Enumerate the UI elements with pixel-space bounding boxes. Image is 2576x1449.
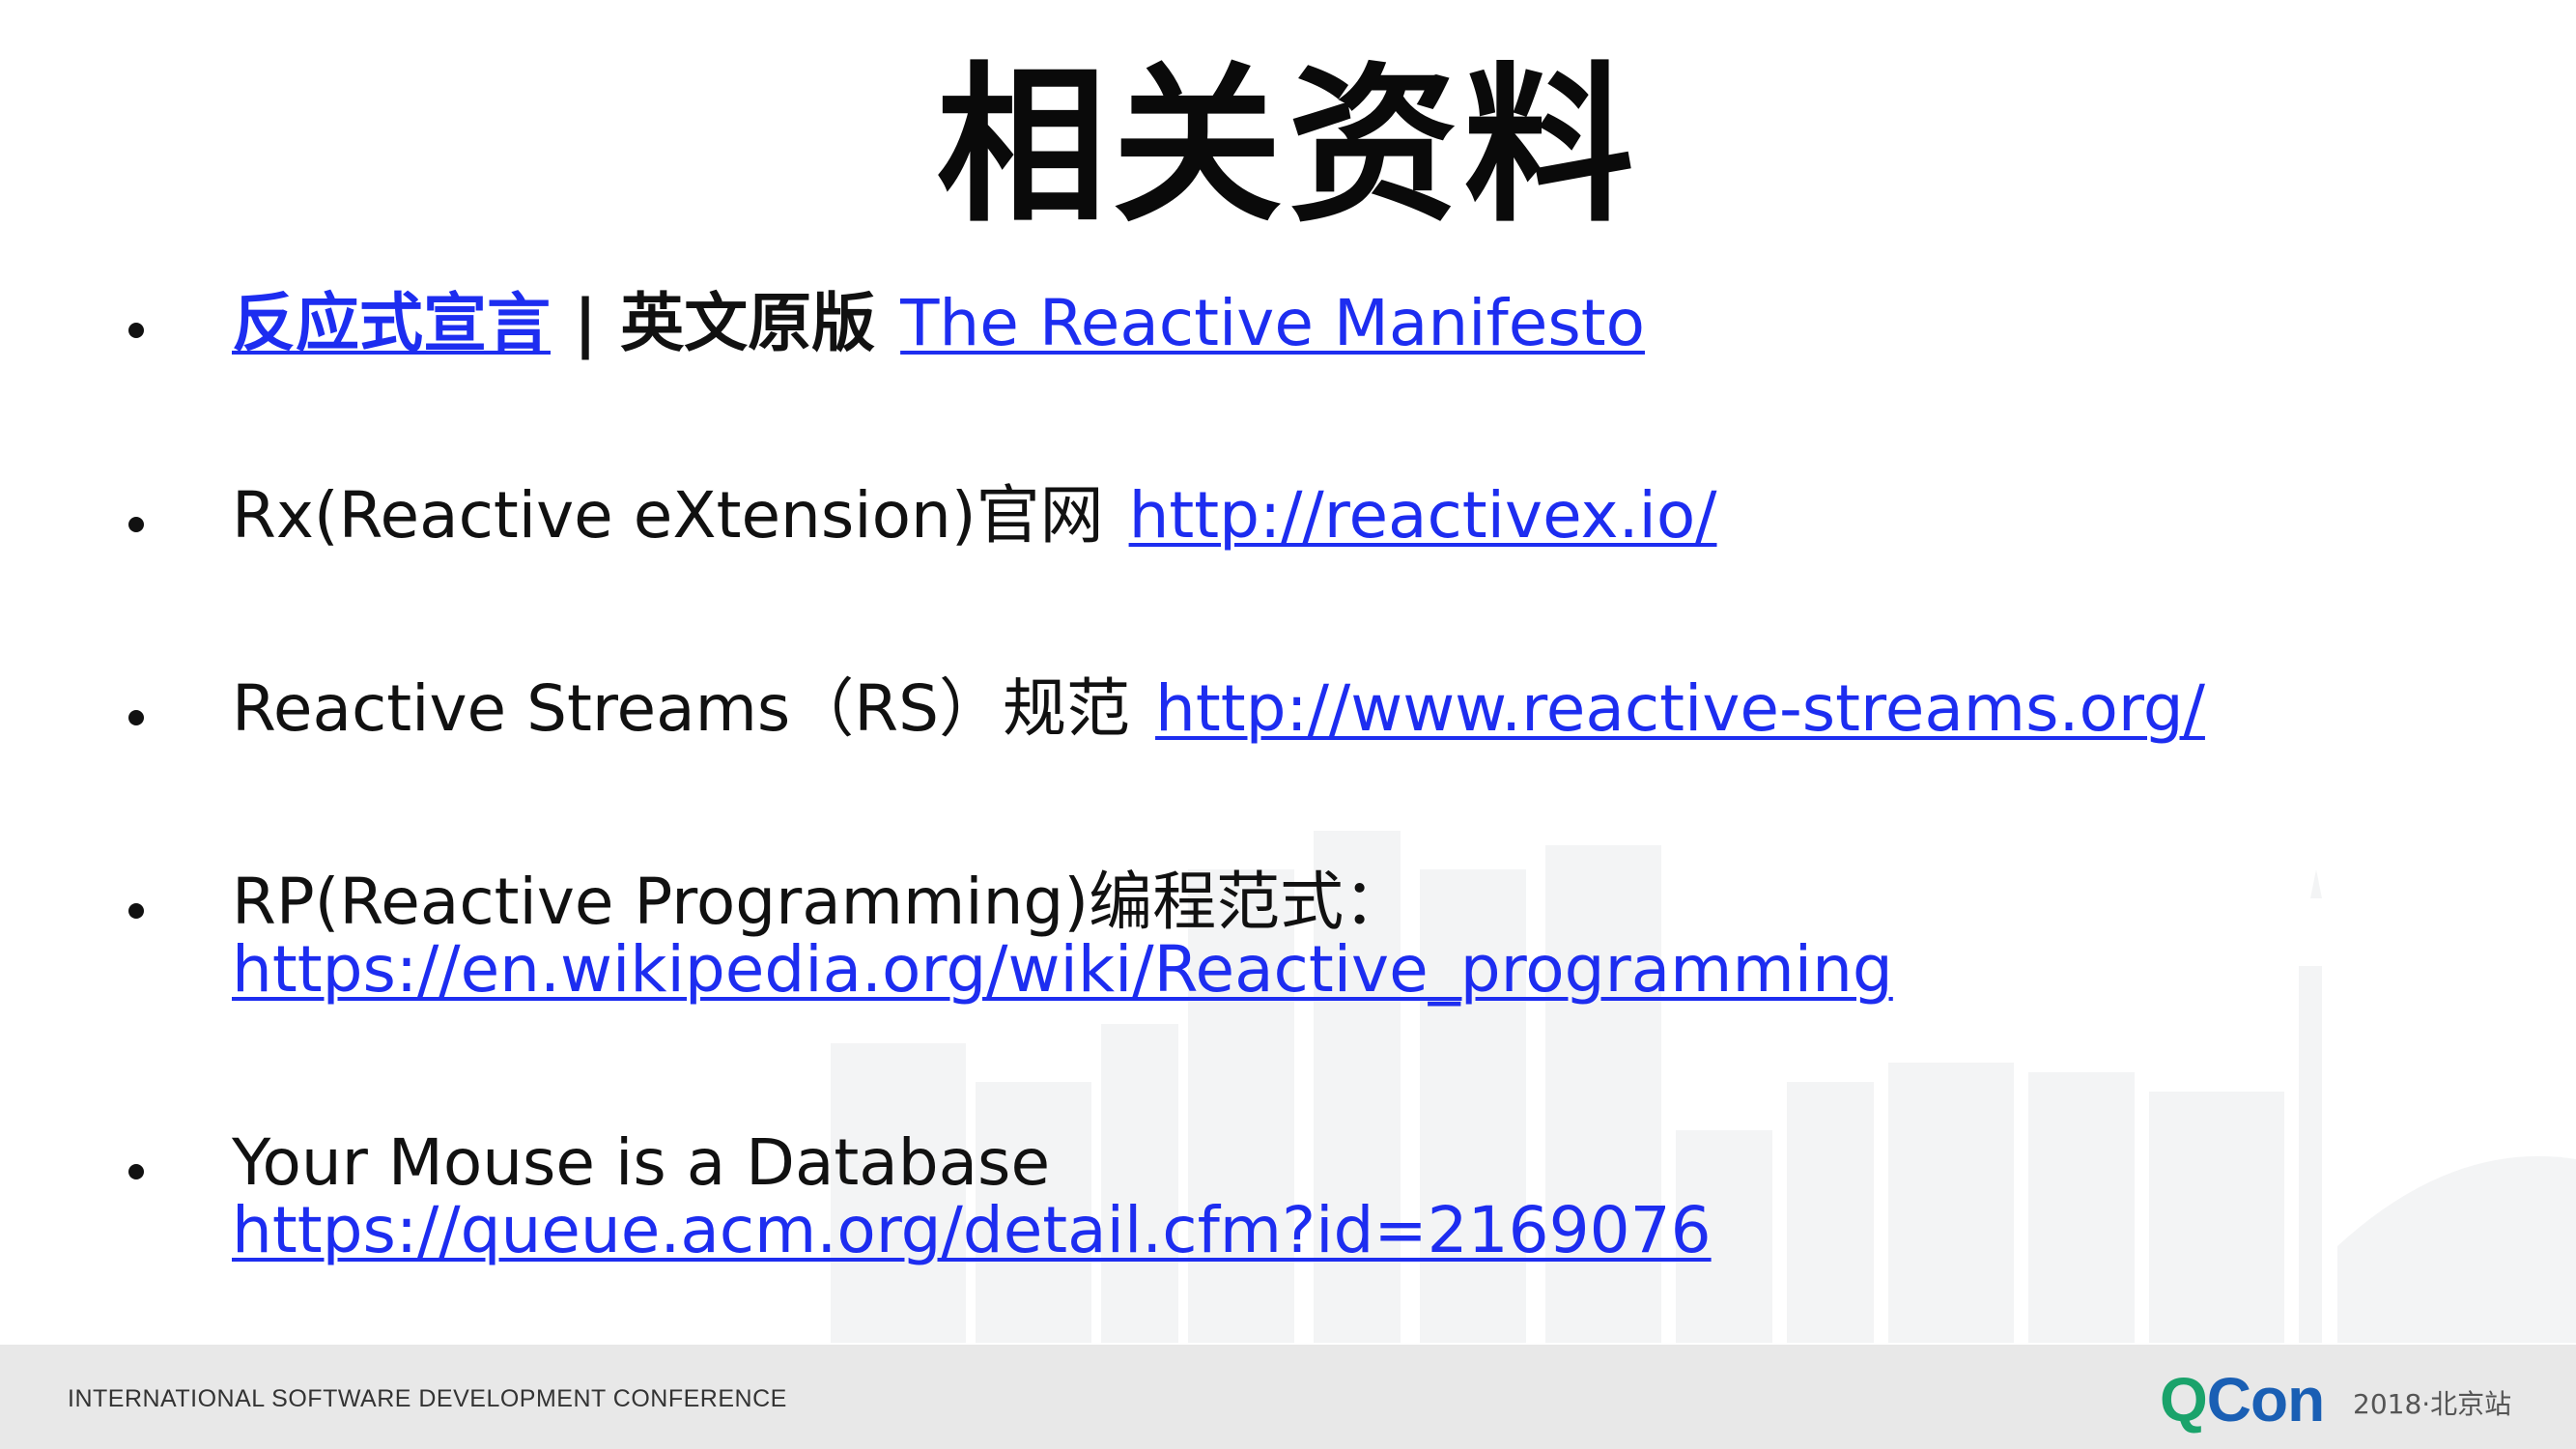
bullet-icon xyxy=(128,517,144,532)
bullet-line: https://queue.acm.org/detail.cfm?id=2169… xyxy=(232,1195,1712,1266)
bullet-line: https://en.wikipedia.org/wiki/Reactive_p… xyxy=(232,934,1893,1006)
rx-label: Rx(Reactive eXtension)官网 xyxy=(232,478,1104,553)
bullet-icon xyxy=(128,710,144,725)
wikipedia-link[interactable]: https://en.wikipedia.org/wiki/Reactive_p… xyxy=(232,932,1893,1007)
bullet-line: Reactive Streams（RS）规范 http://www.reactiv… xyxy=(232,673,2205,745)
footer-bar: INTERNATIONAL SOFTWARE DEVELOPMENT CONFE… xyxy=(0,1345,2576,1449)
bullet-icon xyxy=(128,903,144,919)
manifesto-en-link[interactable]: The Reactive Manifesto xyxy=(900,286,1645,360)
reactive-streams-label: Reactive Streams（RS）规范 xyxy=(232,671,1131,746)
manifesto-cn-link[interactable]: 反应式宣言 xyxy=(232,286,551,360)
qcon-logo: QCon xyxy=(2160,1365,2325,1435)
separator: | xyxy=(574,286,598,360)
bullet-line: Rx(Reactive eXtension)官网 http://reactivex… xyxy=(232,480,1717,552)
rp-label: RP(Reactive Programming)编程范式： xyxy=(232,865,1408,939)
bullet-icon xyxy=(128,323,144,338)
acm-queue-link[interactable]: https://queue.acm.org/detail.cfm?id=2169… xyxy=(232,1193,1712,1267)
bullet-list: 反应式宣言 | 英文原版 The Reactive Manifesto Rx(Reac… xyxy=(0,0,2576,1343)
english-original-label: 英文原版 xyxy=(620,286,876,360)
bullet-line: 反应式宣言 | 英文原版 The Reactive Manifesto xyxy=(232,288,1645,359)
conference-name: INTERNATIONAL SOFTWARE DEVELOPMENT CONFE… xyxy=(68,1385,787,1412)
mouse-database-label: Your Mouse is a Database xyxy=(232,1125,1051,1200)
reactivex-link[interactable]: http://reactivex.io/ xyxy=(1129,478,1717,553)
bullet-icon xyxy=(128,1164,144,1179)
logo-q: Q xyxy=(2160,1365,2208,1435)
reactive-streams-link[interactable]: http://www.reactive-streams.org/ xyxy=(1155,671,2205,746)
edition-label: 2018·北京站 xyxy=(2353,1388,2512,1420)
logo-con: Con xyxy=(2206,1365,2325,1435)
